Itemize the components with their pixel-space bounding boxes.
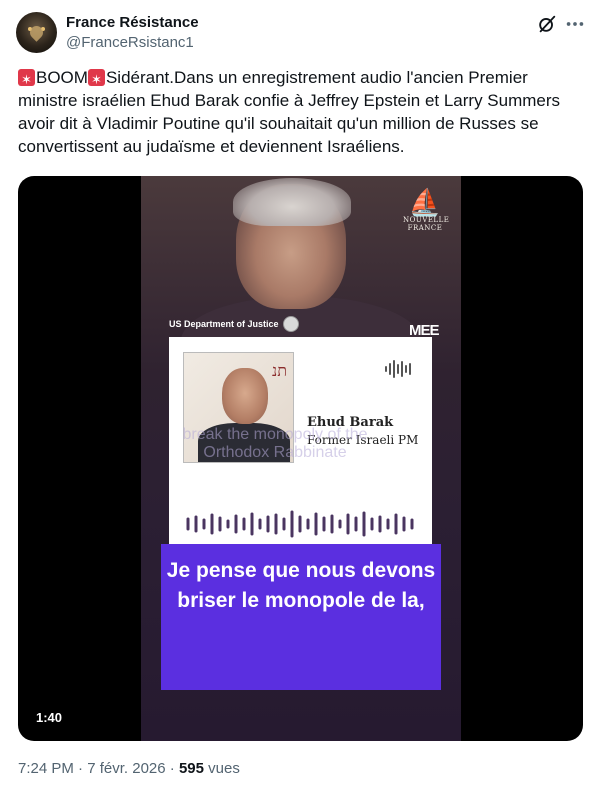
grok-icon[interactable] (536, 13, 558, 35)
rotating-light-icon (18, 68, 35, 91)
photo-background-script: תנ (272, 361, 287, 380)
views-label: vues (208, 760, 240, 777)
author-display-name[interactable]: France Résistance (66, 14, 199, 31)
rotating-light-icon (87, 68, 105, 91)
ship-icon: ⛵ (408, 187, 442, 217)
speaker-hair (233, 178, 351, 226)
author-handle[interactable]: @FranceRsistanc1 (66, 34, 194, 51)
logo-line-1: NOUVELLE (403, 216, 450, 224)
doj-seal-icon (283, 316, 299, 332)
tweet-time[interactable]: 7:24 PM (18, 760, 74, 777)
doj-label: US Department of Justice (169, 319, 279, 329)
tweet-meta: 7:24 PM · 7 févr. 2026 · 595 vues (18, 760, 240, 777)
caption-box: Je pense que nous devons briser le monop… (161, 544, 441, 690)
caption-text: Je pense que nous devons briser le monop… (166, 559, 436, 612)
tweet-text: BOOMSidérant.Dans un enregistrement audi… (18, 66, 578, 158)
video-frame: ⛵ NOUVELLE FRANCE US Department of Justi… (141, 176, 461, 741)
audio-waveform (186, 510, 414, 538)
audio-wave-icon (385, 360, 411, 378)
more-options-icon[interactable] (564, 13, 586, 35)
views-count: 595 (178, 760, 204, 777)
video-duration: 1:40 (30, 708, 69, 727)
author-avatar[interactable] (16, 12, 57, 53)
nouvelle-france-logo: ⛵ NOUVELLE FRANCE (403, 187, 450, 232)
meta-separator: · (78, 760, 84, 777)
video-player[interactable]: ⛵ NOUVELLE FRANCE US Department of Justi… (18, 176, 583, 741)
faint-english-subtitle: break the monopoly of the Orthodox Rabbi… (182, 426, 368, 461)
tweet-date[interactable]: 7 févr. 2026 (87, 760, 165, 777)
logo-line-2: FRANCE (407, 224, 443, 232)
photo-head (222, 368, 268, 424)
tweet-boom-word: BOOM (36, 68, 88, 87)
meta-separator: · (169, 760, 175, 777)
